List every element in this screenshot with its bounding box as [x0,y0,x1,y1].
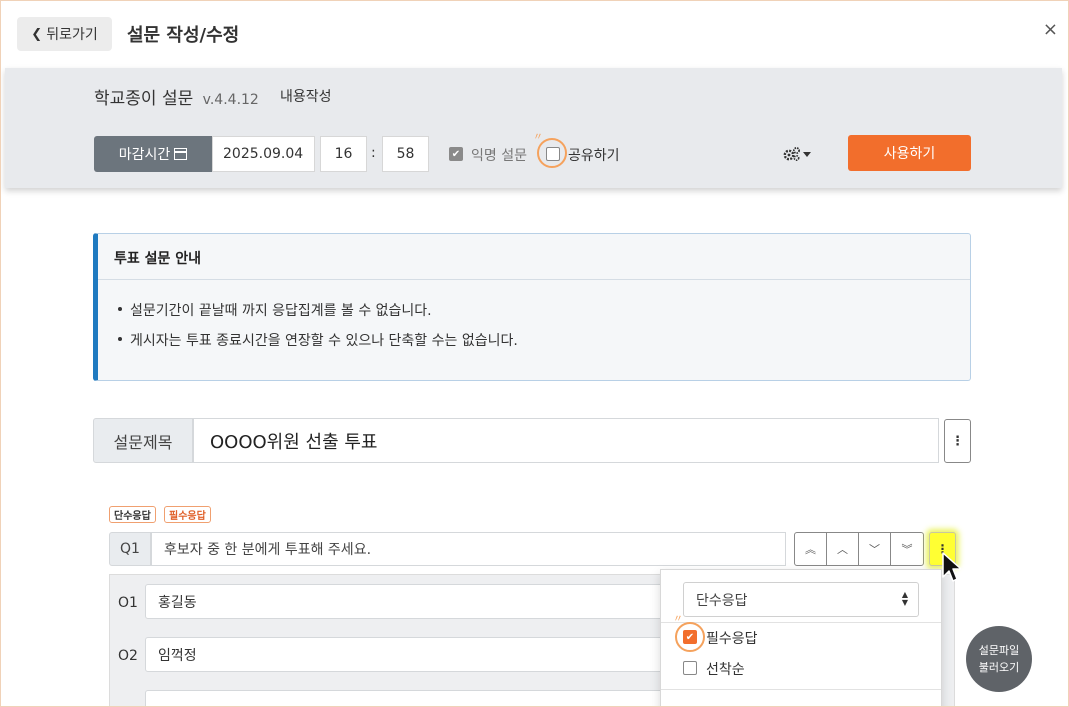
answer-type-value: 단수응답 [696,592,748,609]
toolbar: 학교종이 설문 v.4.4.12 내용작성 마감시간 2025.09.04 16… [5,68,1062,188]
notice-title: 투표 설문 안내 [114,251,202,267]
share-checkbox[interactable] [546,147,560,161]
use-button[interactable]: 사용하기 [848,135,971,171]
survey-title-label: 설문제목 [93,418,193,463]
mouse-cursor-icon [942,552,962,582]
anonymous-label: 익명 설문 [471,148,527,164]
first-come-checkbox[interactable] [683,661,697,675]
first-come-label: 선착순 [706,662,745,678]
load-file-line1: 설문파일 [978,644,1020,657]
select-arrows-icon: ▲ ▼ [901,590,908,607]
app-version: v.4.4.12 [202,92,259,108]
option-input[interactable]: 홍길동 [145,584,675,619]
back-button[interactable]: ❮ 뒤로가기 [17,17,112,51]
load-survey-file-button[interactable]: 설문파일 불러오기 [966,626,1032,692]
answer-type-select[interactable]: 단수응답 ▲ ▼ [683,582,919,617]
option-input[interactable] [145,690,675,706]
notice-box: 투표 설문 안내 설문기간이 끝날때 까지 응답집계를 볼 수 없습니다. 게시… [93,233,971,381]
gears-icon [783,147,800,162]
required-label: 필수응답 [706,631,758,647]
question-input[interactable]: 후보자 중 한 분에게 투표해 주세요. [151,532,786,566]
chevron-left-icon: ❮ [31,26,43,42]
time-separator: : [371,145,376,161]
calendar-icon [174,148,188,160]
double-chevron-down-icon: ︾ [901,543,913,556]
survey-menu-button[interactable]: ⋮ [944,419,971,463]
deadline-label: 마감시간 [118,147,171,163]
dropdown-divider [661,622,941,623]
settings-dropdown[interactable] [783,146,811,162]
move-down-button[interactable]: ﹀ [859,533,891,565]
question-options-dropdown: 단수응답 ▲ ▼ 〃 ✔ 필수응답 선착순 [660,569,942,706]
hour-input[interactable]: 16 [320,136,367,172]
notice-item: 설문기간이 끝날때 까지 응답집계를 볼 수 없습니다. [118,300,518,320]
chevron-up-icon: ︿ [837,543,848,556]
back-button-label: 뒤로가기 [46,27,98,43]
badge-required: 필수응답 [164,506,211,523]
notice-item: 게시자는 투표 종료시간을 연장할 수 있으나 단축할 수는 없습니다. [118,330,518,350]
move-up-button[interactable]: ︿ [827,533,859,565]
minute-input[interactable]: 58 [382,136,429,172]
chevron-down-icon: ﹀ [869,543,880,556]
option-input[interactable]: 임꺽정 [145,637,675,672]
kebab-icon: ⋮ [951,433,964,449]
share-label: 공유하기 [568,148,620,164]
option-number: O2 [118,648,138,664]
date-input[interactable]: 2025.09.04 [212,136,315,172]
notice-list: 설문기간이 끝날때 까지 응답집계를 볼 수 없습니다. 게시자는 투표 종료시… [118,300,518,360]
option-number: O1 [118,595,138,611]
load-file-line2: 불러오기 [978,661,1020,674]
app-name: 학교종이 설문 v.4.4.12 [94,84,259,109]
highlight-spark-icon: 〃 [673,614,683,625]
page-title: 설문 작성/수정 [127,25,240,46]
window: ❮ 뒤로가기 설문 작성/수정 × 학교종이 설문 v.4.4.12 내용작성 … [0,0,1069,707]
question-number: Q1 [109,532,151,566]
anonymous-checkbox[interactable]: ✔ [449,147,463,161]
move-bottom-button[interactable]: ︾ [891,533,923,565]
deadline-button[interactable]: 마감시간 [94,136,212,172]
question-move-group: ︽ ︿ ﹀ ︾ [794,532,924,566]
close-icon[interactable]: × [1043,19,1058,40]
move-top-button[interactable]: ︽ [795,533,827,565]
notice-divider [98,279,970,280]
app-title: 학교종이 설문 [94,89,194,109]
survey-title-input[interactable]: OOOO위원 선출 투표 [193,418,939,463]
caret-down-icon [803,151,811,157]
dropdown-divider [661,689,941,690]
double-chevron-up-icon: ︽ [805,543,816,556]
required-checkbox[interactable]: ✔ [683,630,697,644]
mode-label: 내용작성 [280,89,332,105]
badge-single-answer: 단수응답 [109,506,156,523]
